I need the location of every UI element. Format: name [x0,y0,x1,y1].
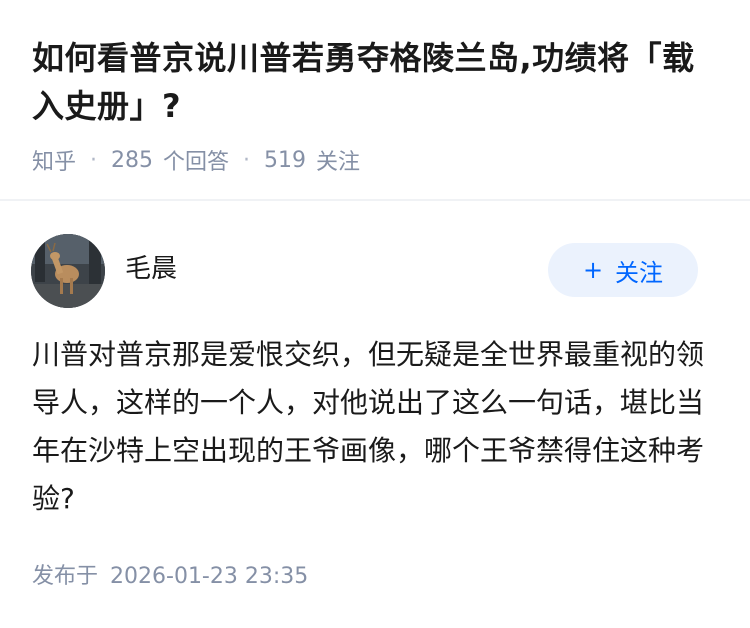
source-label[interactable]: 知乎 [32,144,76,176]
follow-button-label: 关注 [615,258,664,287]
publish-time: 发布于 2026-01-23 23:35 [32,561,308,593]
answers-count: 285 [111,147,154,173]
author-avatar[interactable] [31,234,105,308]
question-meta: 知乎 · 285 个回答 · 519 关注 [32,142,360,178]
answer-content[interactable]: 川普对普京那是爱恨交织，但无疑是全世界最重视的领导人，这样的一个人，对他说出了这… [32,331,716,523]
author-name[interactable]: 毛晨 [125,251,177,287]
deer-photo-avatar-icon [31,234,105,308]
publish-label: 发布于 [32,564,99,589]
answer-card: 毛晨 + 关注 川普对普京那是爱恨交织，但无疑是全世界最重视的领导人，这样的一个… [0,201,750,628]
question-header: 如何看普京说川普若勇夺格陵兰岛,功绩将「载入史册」? 知乎 · 285 个回答 … [0,0,750,198]
follows-count: 519 [264,147,307,173]
plus-icon: + [582,256,604,284]
meta-separator: · [90,147,98,173]
follow-button[interactable]: + 关注 [548,243,698,297]
answers-label[interactable]: 个回答 [163,144,229,176]
meta-separator: · [243,147,251,173]
publish-timestamp: 2026-01-23 23:35 [110,564,309,589]
question-title[interactable]: 如何看普京说川普若勇夺格陵兰岛,功绩将「载入史册」? [32,34,722,130]
follows-label[interactable]: 关注 [316,144,360,176]
